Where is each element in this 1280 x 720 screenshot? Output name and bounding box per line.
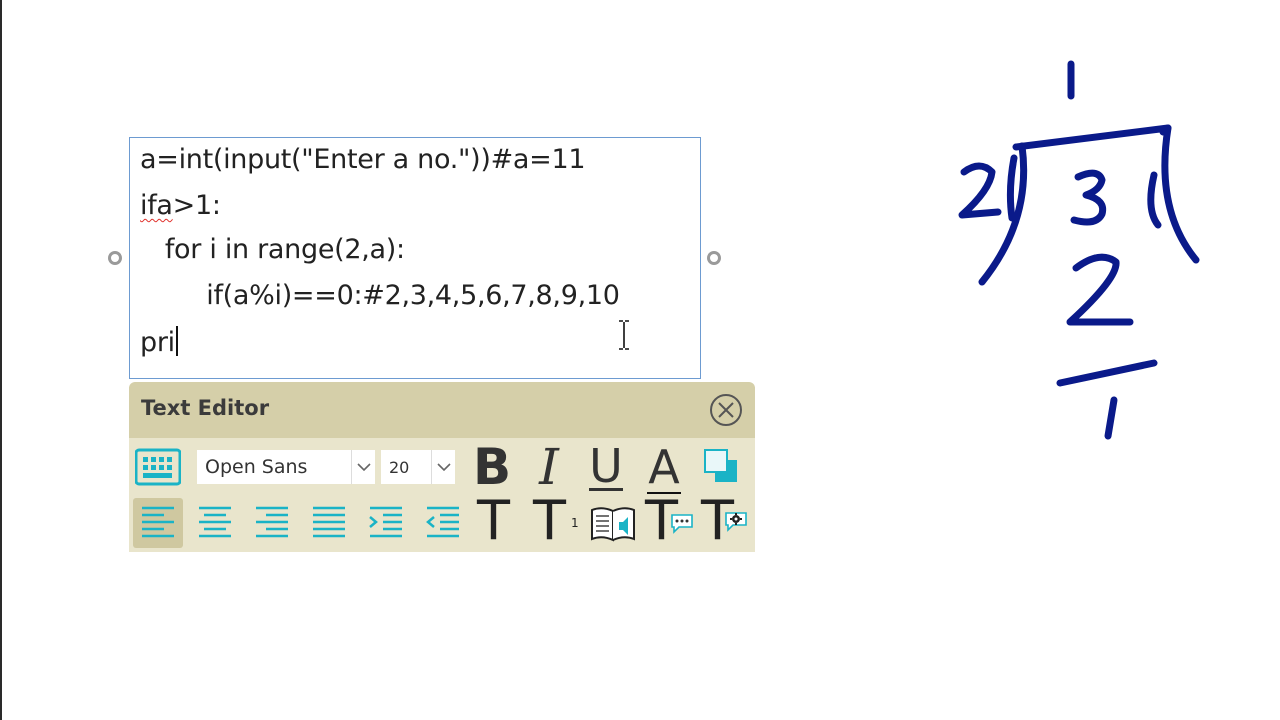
resize-handle-left[interactable] bbox=[108, 251, 122, 265]
editor-title: Text Editor bbox=[141, 396, 270, 420]
font-size-value: 20 bbox=[389, 458, 410, 477]
subscript-button[interactable]: T 1 bbox=[477, 494, 510, 548]
layer-order-icon[interactable] bbox=[701, 446, 741, 486]
text-settings-button[interactable]: T bbox=[701, 494, 747, 548]
font-size-select[interactable]: 20 bbox=[381, 450, 455, 484]
close-button[interactable] bbox=[710, 394, 742, 426]
ibeam-cursor-icon bbox=[619, 320, 629, 350]
editor-header: Text Editor bbox=[129, 382, 755, 438]
font-family-select[interactable]: Open Sans bbox=[197, 450, 375, 484]
code-line-1: a=int(input("Enter a no."))#a=11 bbox=[140, 144, 586, 175]
superscript-button[interactable]: T 1 bbox=[533, 494, 579, 548]
subscript-mark: 1 bbox=[513, 534, 521, 552]
text-to-speech-button[interactable]: T bbox=[645, 494, 693, 548]
indent-increase-icon[interactable] bbox=[361, 498, 411, 548]
text-color-button[interactable]: A bbox=[639, 440, 689, 494]
text-caret bbox=[175, 326, 178, 356]
align-justify-icon[interactable] bbox=[304, 498, 354, 548]
underline-label: U bbox=[589, 438, 623, 493]
code-line-2-rest: >1: bbox=[172, 190, 221, 221]
chevron-down-icon bbox=[351, 450, 376, 484]
speech-bubble-icon bbox=[671, 514, 693, 534]
align-right-icon[interactable] bbox=[247, 498, 297, 548]
superscript-mark: 1 bbox=[571, 516, 579, 530]
align-center-icon[interactable] bbox=[190, 498, 240, 548]
close-icon bbox=[718, 402, 734, 418]
read-aloud-book-icon[interactable] bbox=[589, 504, 639, 544]
handwritten-division-drawing bbox=[958, 60, 1200, 440]
canvas-edge bbox=[0, 0, 2, 720]
text-color-label: A bbox=[648, 440, 680, 494]
bold-button[interactable]: B bbox=[469, 438, 515, 496]
subscript-label: T bbox=[477, 489, 510, 552]
resize-handle-right[interactable] bbox=[707, 251, 721, 265]
keyboard-icon[interactable] bbox=[135, 448, 181, 486]
superscript-label: T bbox=[533, 489, 566, 552]
italic-button[interactable]: I bbox=[527, 438, 571, 496]
code-line-5-text: pri bbox=[140, 327, 175, 358]
code-line-5: pri bbox=[140, 326, 178, 358]
misspelled-word: ifa bbox=[140, 190, 173, 221]
text-box[interactable]: a=int(input("Enter a no."))#a=11 ifa>1: … bbox=[129, 137, 701, 379]
code-line-3: for i in range(2,a): bbox=[140, 234, 405, 265]
chevron-down-icon bbox=[431, 450, 456, 484]
code-line-2: ifa>1: bbox=[140, 190, 221, 221]
align-left-icon[interactable] bbox=[133, 498, 183, 548]
underline-button[interactable]: U bbox=[581, 440, 631, 494]
gear-icon bbox=[725, 512, 747, 532]
font-family-value: Open Sans bbox=[205, 456, 308, 478]
code-line-4: if(a%i)==0:#2,3,4,5,6,7,8,9,10 bbox=[140, 280, 620, 311]
text-editor-panel: Text Editor Open Sans 20 B I U A T T 1 T… bbox=[129, 382, 755, 552]
indent-decrease-icon[interactable] bbox=[418, 498, 468, 548]
